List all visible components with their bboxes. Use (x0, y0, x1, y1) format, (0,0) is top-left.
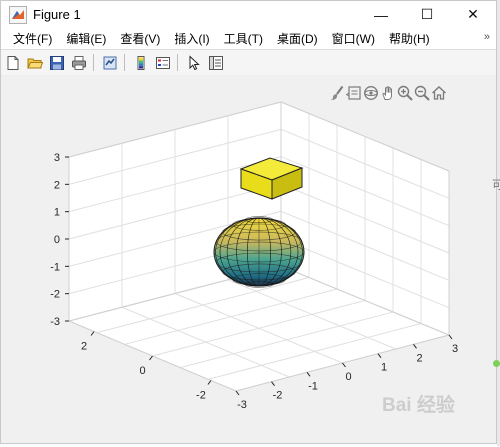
figure-window: Figure 1 — ☐ ✕ 文件(F) 编辑(E) 查看(V) 插入(I) 工… (0, 0, 497, 444)
x-tick-mark (413, 344, 417, 349)
x-tick-mark (306, 372, 311, 377)
y-tick-mark (149, 355, 153, 361)
x-tick-label: 2 (416, 352, 422, 364)
x-tick-label: 3 (452, 343, 458, 355)
x-tick-mark (377, 353, 382, 358)
x-tick-mark (235, 390, 240, 396)
y-tick-label: 0 (139, 365, 145, 377)
x-tick-mark (342, 362, 346, 368)
background-status-dot (493, 360, 500, 367)
z-axis-ticks: 3 2 1 0 -1 -2 -3 (50, 152, 69, 328)
y-tick-label: 2 (81, 341, 87, 353)
ellipsoid-surface (213, 216, 305, 288)
x-tick-label: -2 (273, 390, 283, 402)
z-tick-label: 2 (54, 179, 60, 191)
z-tick-label: -3 (50, 316, 60, 328)
x-tick-mark (448, 334, 453, 340)
plot-3d-axes[interactable]: 3 2 1 0 -1 -2 -3 -3 -2 -1 0 1 2 3 2 0 -2 (1, 1, 498, 447)
z-tick-label: 3 (54, 152, 60, 164)
y-tick-mark (90, 331, 95, 336)
x-tick-label: 1 (381, 362, 387, 374)
background-text-fragment: 可 (492, 178, 500, 192)
z-tick-label: -2 (50, 289, 60, 301)
x-tick-label: 0 (345, 371, 351, 383)
x-tick-mark (271, 381, 275, 386)
x-tick-label: -1 (308, 380, 318, 392)
z-tick-label: -1 (50, 261, 60, 273)
y-tick-mark (207, 380, 212, 385)
z-tick-label: 1 (54, 207, 60, 219)
baidu-watermark: Bai 经验 (382, 395, 455, 416)
z-tick-label: 0 (54, 234, 60, 246)
y-tick-label: -2 (196, 390, 206, 402)
x-tick-label: -3 (237, 399, 247, 411)
